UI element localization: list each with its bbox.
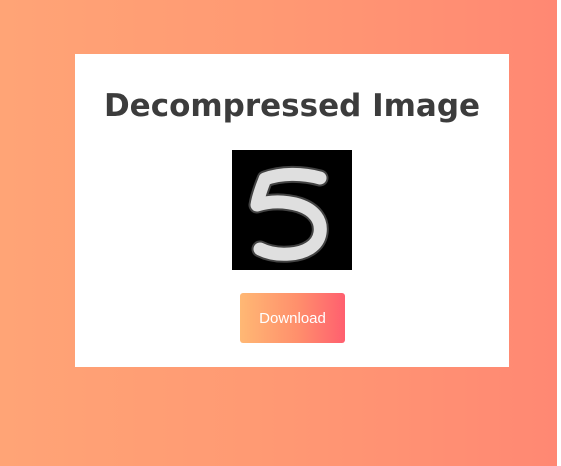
page-background: Decompressed Image Download [0, 0, 557, 466]
decompressed-image [232, 150, 352, 270]
page-title: Decompressed Image [103, 88, 481, 124]
digit-five-icon [232, 150, 352, 270]
download-button[interactable]: Download [240, 293, 345, 343]
result-card: Decompressed Image Download [75, 54, 509, 367]
